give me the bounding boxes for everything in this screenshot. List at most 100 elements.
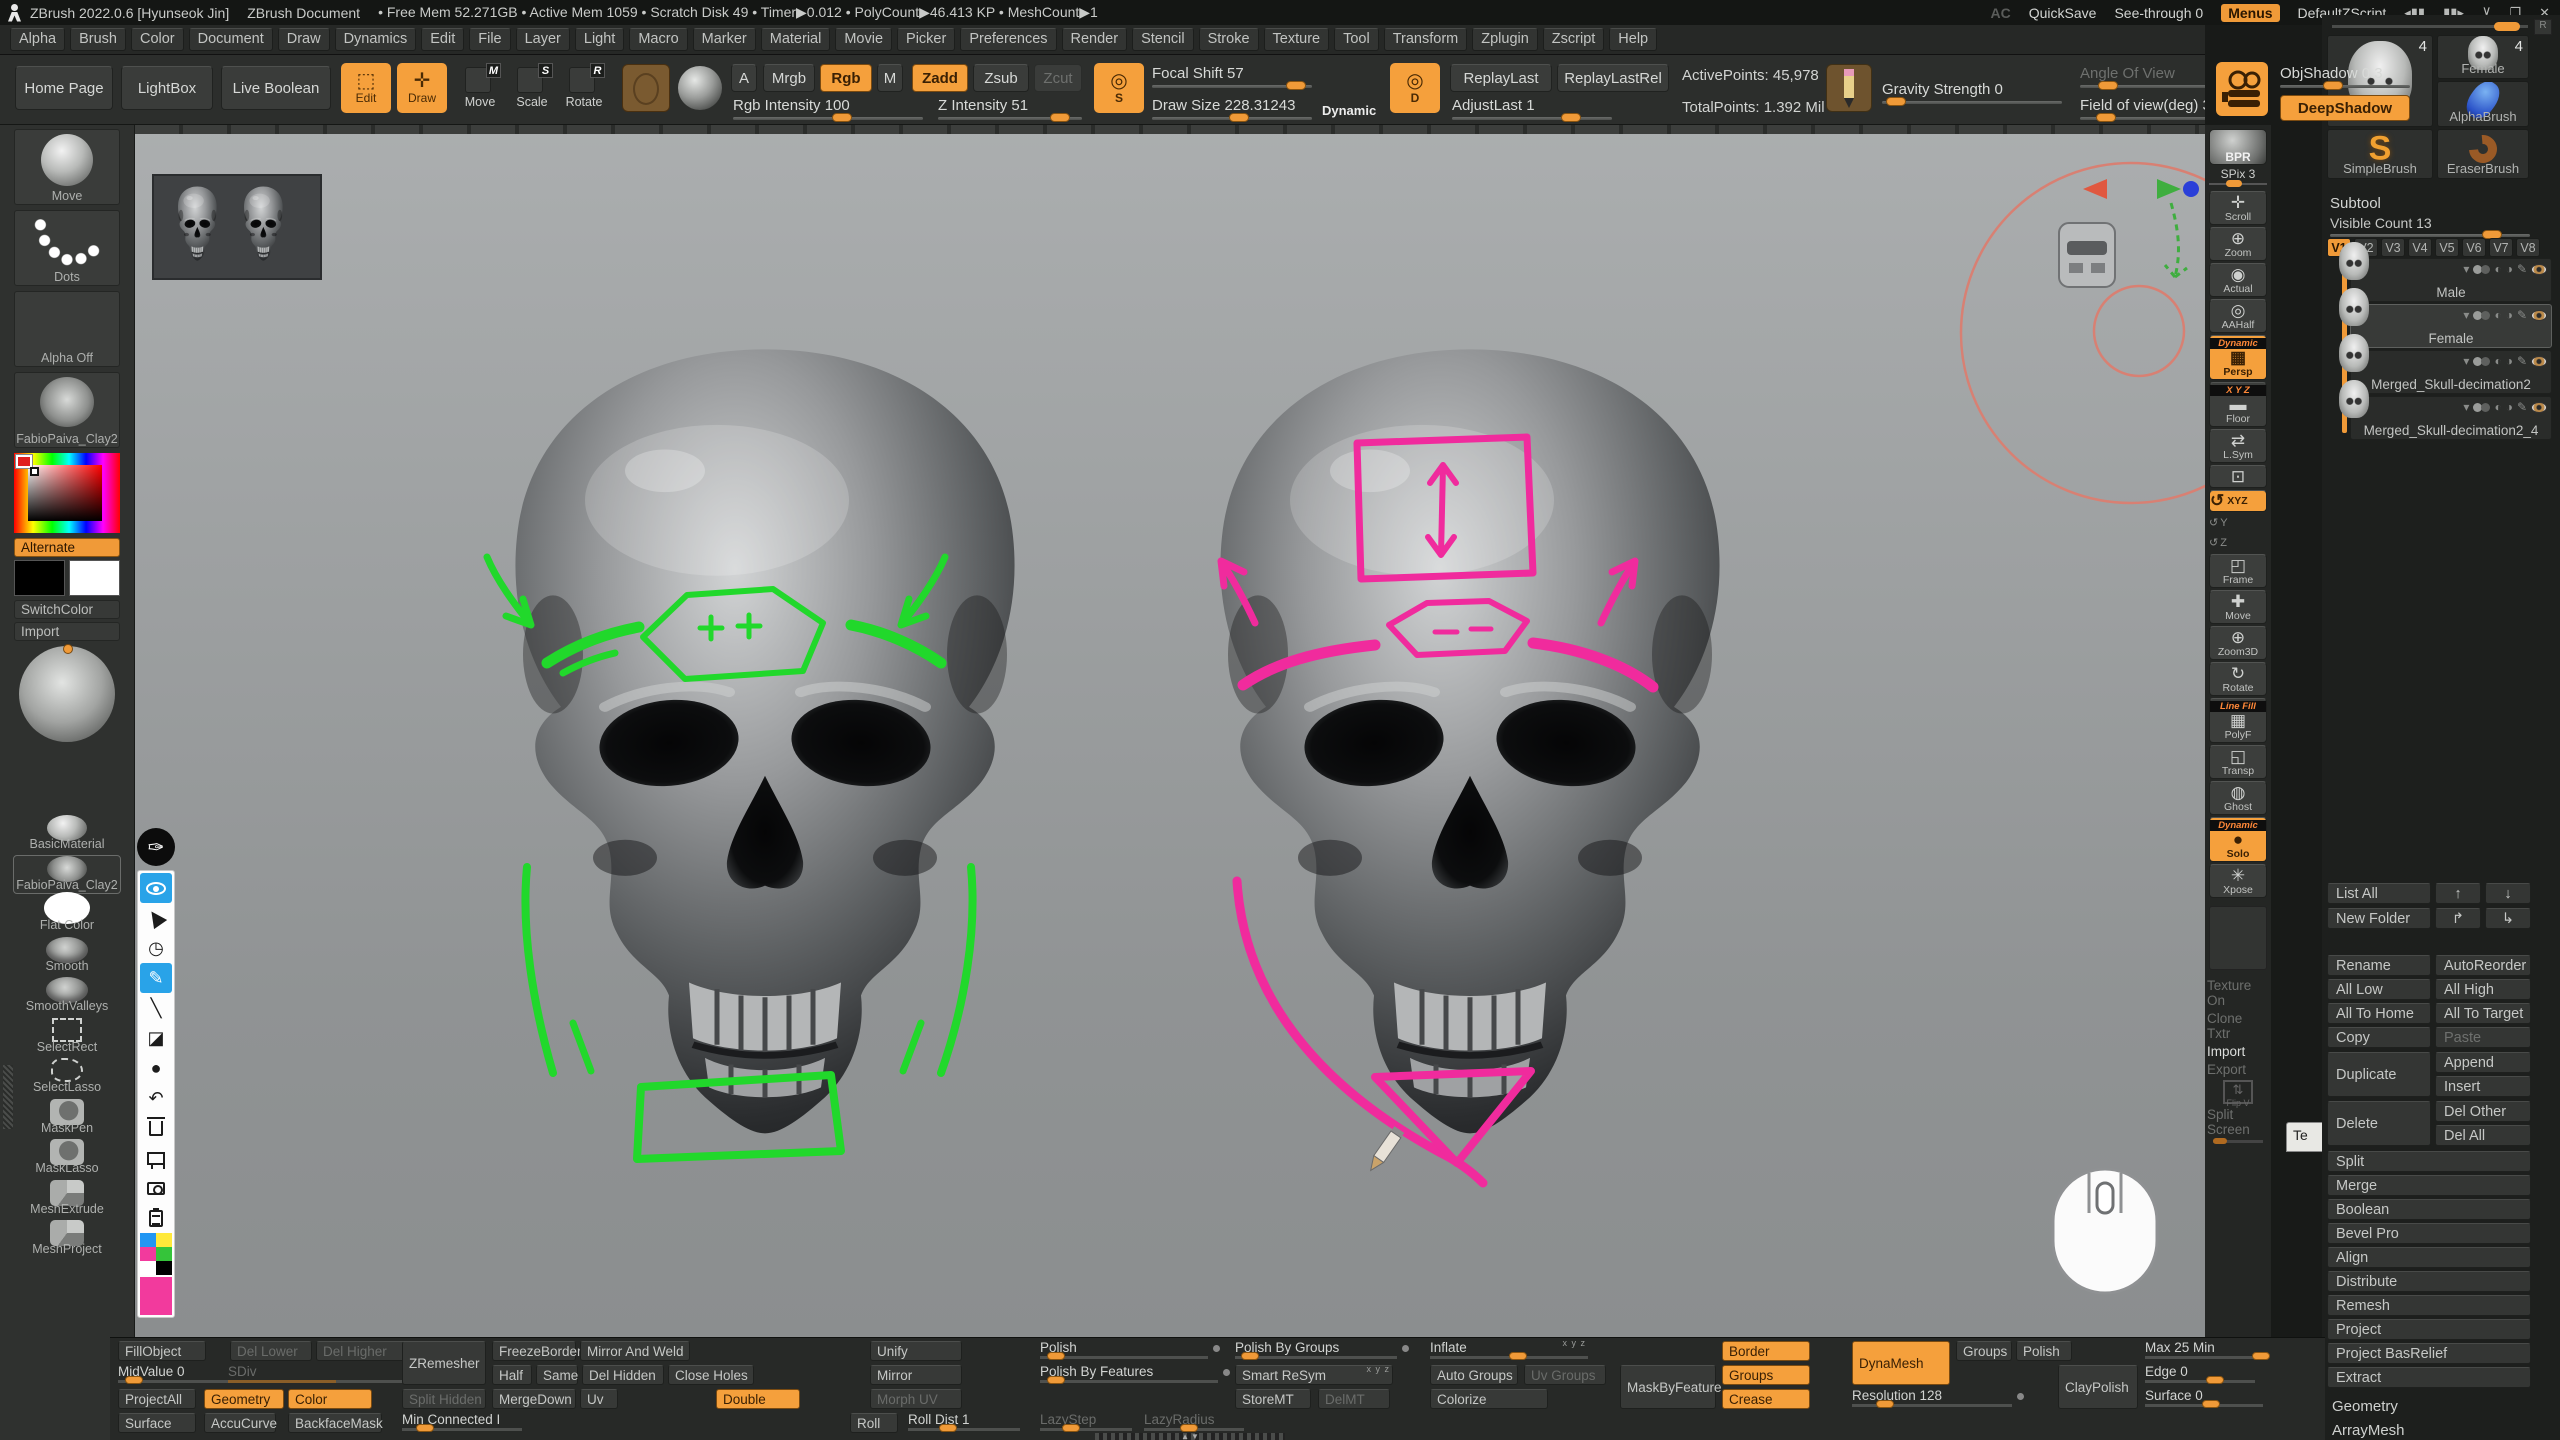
sculpt-canvas[interactable] [135,125,2205,1337]
visibility-eye-icon[interactable] [2531,310,2547,321]
menu-item[interactable]: Stroke [1199,28,1259,51]
auto-reorder-button[interactable]: AutoReorder [2435,955,2531,976]
zremesher-button[interactable]: ZRemesher [402,1341,486,1385]
view-tab[interactable]: V5 [2435,238,2459,257]
all-to-home-button[interactable]: All To Home [2327,1003,2431,1024]
del-other-button[interactable]: Del Other [2435,1101,2531,1122]
colorize-button[interactable]: Colorize [1430,1389,1548,1409]
import-button[interactable]: Import [14,622,120,641]
polish-by-features-slider[interactable]: Polish By Features [1040,1364,1218,1383]
merge-down-button[interactable]: MergeDown [492,1389,576,1409]
mirror-and-weld-button[interactable]: Mirror And Weld [580,1341,690,1361]
mrgb-button[interactable]: Mrgb [763,64,815,92]
inflate-slider[interactable]: Inflatex y z [1430,1340,1588,1359]
view-tab[interactable]: V8 [2516,238,2540,257]
all-low-button[interactable]: All Low [2327,979,2431,1000]
menu-item[interactable]: Marker [693,28,756,51]
view-tab[interactable]: V4 [2408,238,2432,257]
color-palette[interactable] [140,1233,172,1275]
menu-item[interactable]: Alpha [10,28,65,51]
visible-count-slider[interactable]: Visible Count 13 [2330,215,2530,237]
clone-texture-button[interactable]: Clone Txtr [2207,1011,2269,1041]
draw-size-slider[interactable]: Draw Size 228.31243 [1152,97,1312,120]
stroke-brush-thumb[interactable]: S SimpleBrush [2327,129,2433,179]
texture-import-button[interactable]: Import [2207,1044,2269,1059]
texture-slot-empty[interactable] [2209,906,2267,970]
menu-item[interactable]: Preferences [960,28,1056,51]
lazy-radius-slider[interactable]: LazyRadius [1144,1412,1244,1431]
menus-toggle[interactable]: Menus [2221,4,2279,22]
switch-color-button[interactable]: SwitchColor [14,600,120,619]
menu-item[interactable]: Zplugin [1472,28,1538,51]
right-shelf-button[interactable]: X Y Z ▬ Floor [2209,382,2267,427]
subtool-header[interactable]: Subtool [2330,195,2381,212]
del-lower-button[interactable]: Del Lower [230,1341,312,1361]
saturation-square[interactable] [28,465,102,521]
adjust-last-slider[interactable]: AdjustLast 1 [1452,97,1612,120]
right-shelf-button[interactable]: ⊡ [2209,465,2267,488]
same-button[interactable]: Same [536,1365,578,1385]
split-screen-slider[interactable] [2213,1140,2263,1143]
secondary-color-swatch[interactable] [69,560,120,596]
subtool-action-button[interactable]: Project [2327,1319,2531,1340]
line-icon[interactable]: ╲ [140,993,172,1023]
move-mode-button[interactable]: MMove [459,67,501,109]
close-holes-button[interactable]: Close Holes [668,1365,754,1385]
sdiv-slider[interactable]: SDiv [228,1364,408,1383]
menu-item[interactable]: Document [189,28,273,51]
live-boolean-button[interactable]: Live Boolean [221,66,331,110]
palette-color[interactable] [156,1261,172,1275]
duplicate-button[interactable]: Duplicate [2327,1052,2431,1097]
right-shelf-button[interactable]: ⇄ L.Sym [2209,429,2267,463]
crease-toggle[interactable]: Crease [1722,1389,1810,1409]
obj-shadow-slider[interactable]: ObjShadow 0.3 [2280,65,2410,88]
shelf-thumbnail[interactable]: SelectLasso [14,1058,120,1095]
menu-item[interactable]: Macro [629,28,687,51]
dynamic-label[interactable]: Dynamic [1322,103,1376,118]
split-screen-button[interactable]: Split Screen [2207,1107,2269,1137]
split-hidden-button[interactable]: Split Hidden [402,1389,486,1409]
right-shelf-button[interactable]: ↺ Z [2209,534,2267,552]
surface-slider[interactable]: Surface 0 [2145,1388,2263,1407]
move-up-button[interactable]: ↑ [2435,883,2481,904]
right-shelf-button[interactable]: ⊕ Zoom [2209,227,2267,261]
morph-uv-button[interactable]: Morph UV [870,1389,962,1409]
delete-button[interactable]: Delete [2327,1101,2431,1146]
border-toggle[interactable]: Border [1722,1341,1810,1361]
current-annotation-color[interactable] [140,1277,172,1315]
menu-item[interactable]: Texture [1264,28,1330,51]
subtool-action-button[interactable]: Project BasRelief [2327,1343,2531,1364]
dot-size-icon[interactable]: ● [140,1053,172,1083]
view-tab[interactable]: V7 [2489,238,2513,257]
angle-of-view-slider[interactable]: Angle Of View [2080,65,2210,88]
shelf-thumbnail[interactable]: Flat Color [14,896,120,933]
right-shelf-button[interactable]: Line Fill ▦ PolyF [2209,698,2267,743]
rename-button[interactable]: Rename [2327,955,2431,976]
right-shelf-button[interactable]: Dynamic ● Solo [2209,817,2267,862]
right-shelf-button[interactable]: ✛ Scroll [2209,191,2267,225]
shelf-thumbnail[interactable]: Dots [14,210,120,286]
render-camera-button[interactable] [2216,62,2268,116]
shelf-thumbnail[interactable]: FabioPaiva_Clay2 [14,856,120,893]
menu-item[interactable]: Transform [1384,28,1468,51]
focal-shift-icon-button[interactable]: ◎S [1094,63,1144,113]
focal-shift-slider[interactable]: Focal Shift 57 [1152,65,1312,88]
color-toggle[interactable]: Color [288,1389,372,1409]
shelf-thumbnail[interactable]: Move [14,129,120,205]
rgb-intensity-slider[interactable]: Rgb Intensity 100 [733,97,923,120]
move-in-folder-button[interactable]: ↳ [2485,908,2531,929]
shelf-thumbnail[interactable]: Alpha Off [14,291,120,367]
menu-item[interactable]: Edit [421,28,464,51]
palette-color[interactable] [140,1247,156,1261]
pen-icon[interactable]: ✎ [140,963,172,993]
z-intensity-slider[interactable]: Z Intensity 51 [938,97,1082,120]
visibility-eye-icon[interactable] [2531,356,2547,367]
move-down-button[interactable]: ↓ [2485,883,2531,904]
timer-icon[interactable]: ◷ [140,933,172,963]
undo-icon[interactable]: ↶ [140,1083,172,1113]
edge-slider[interactable]: Edge 0 [2145,1364,2255,1383]
all-high-button[interactable]: All High [2435,979,2531,1000]
subtool-item[interactable]: ▾ ◐ ◑ ✎ Merged_Skull-decimation2_4 [2350,396,2552,440]
surface-button[interactable]: Surface [118,1413,196,1433]
shelf-thumbnail[interactable]: BasicMaterial [14,815,120,852]
